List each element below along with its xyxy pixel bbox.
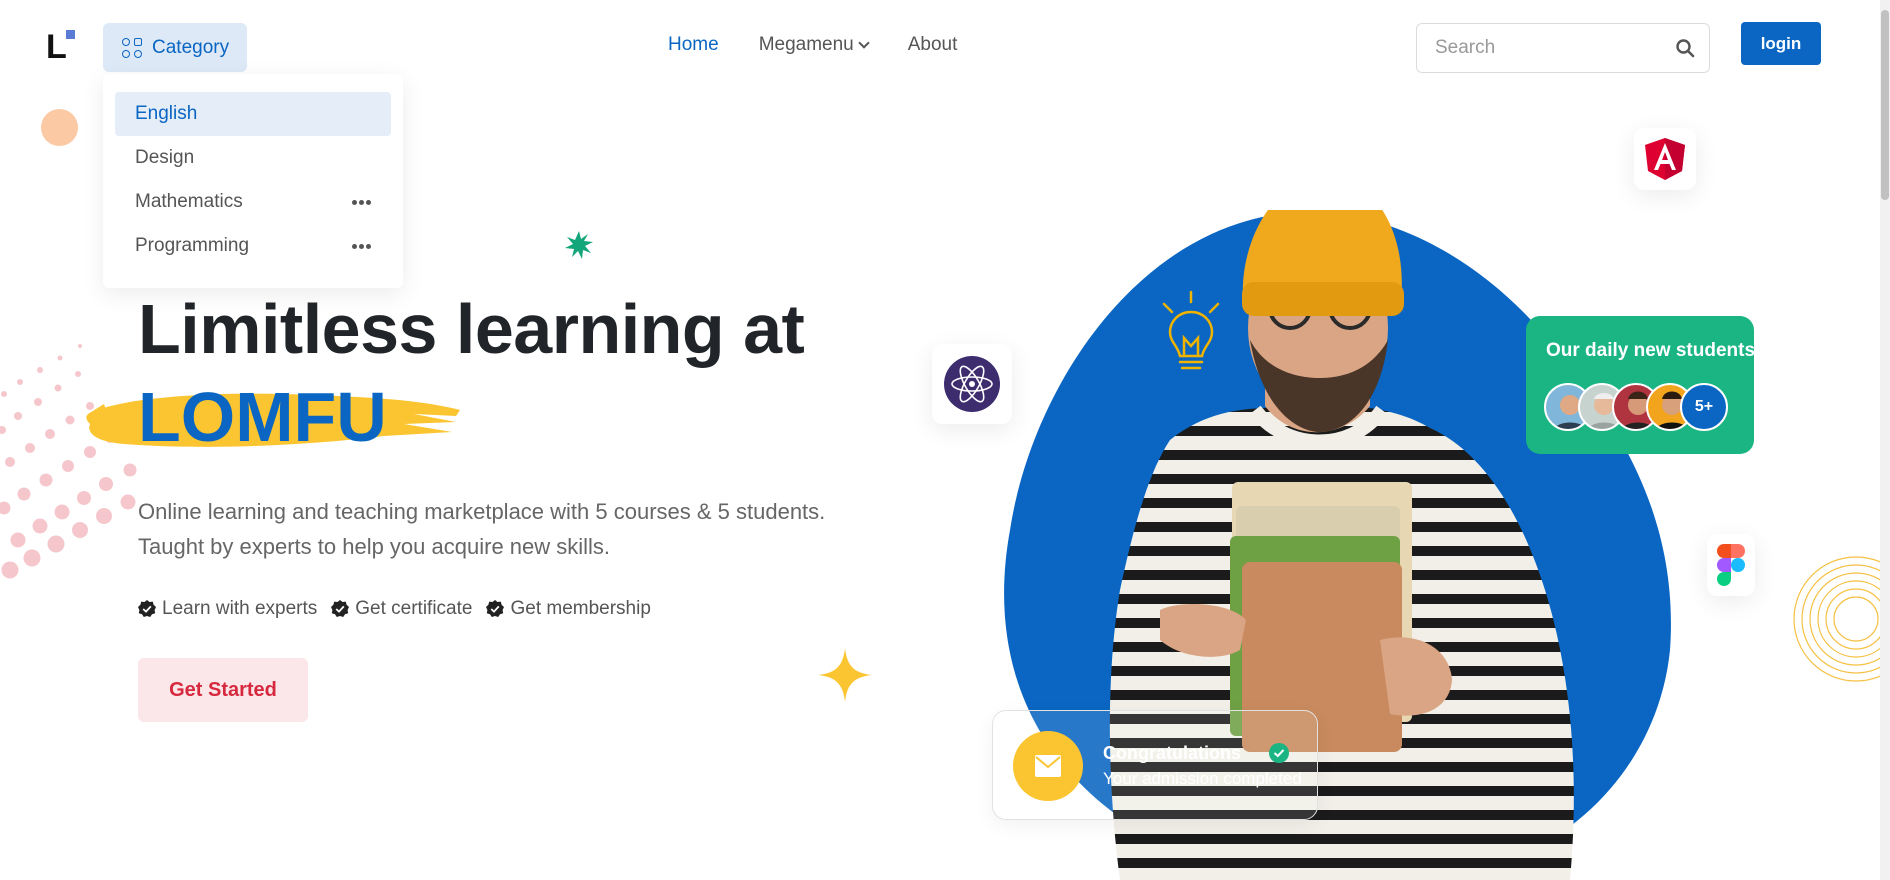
feature-item: Get membership [486, 598, 651, 620]
figma-card [1707, 534, 1755, 596]
nav-about[interactable]: About [908, 34, 958, 56]
feature-label: Get membership [510, 598, 651, 619]
congratulations-card: Congratulations Your admission completed [992, 710, 1318, 820]
category-item-label: Programming [135, 235, 250, 256]
check-badge-icon [138, 600, 156, 617]
category-item-label: English [135, 103, 198, 124]
category-dropdown: English Design Mathematics Programming [103, 74, 403, 288]
main-nav: Home Megamenu About [668, 34, 957, 56]
nav-megamenu-label: Megamenu [758, 34, 854, 55]
feature-list: Learn with experts Get certificate Get m… [138, 598, 651, 620]
feature-label: Get certificate [355, 598, 473, 619]
category-item-mathematics[interactable]: Mathematics [115, 180, 391, 224]
search-input[interactable] [1417, 24, 1657, 72]
logo-square [66, 30, 75, 39]
category-item-label: Design [135, 147, 195, 168]
congrats-subtitle: Your admission completed [1103, 769, 1302, 788]
feature-label: Learn with experts [162, 598, 318, 619]
category-button[interactable]: Category [103, 23, 247, 72]
daily-students-title: Our daily new students [1546, 340, 1756, 361]
decorative-circle [41, 109, 78, 146]
hero-title: Limitless learning at [138, 290, 805, 368]
category-item-design[interactable]: Design [115, 136, 391, 180]
dot-pattern [0, 344, 137, 579]
check-circle-icon [1269, 743, 1289, 763]
star-icon [565, 231, 593, 259]
category-item-english[interactable]: English [115, 92, 391, 136]
lightbulb-icon [1162, 290, 1220, 370]
concentric-circles [1793, 556, 1890, 682]
more-students-badge[interactable]: 5+ [1680, 383, 1728, 431]
mail-badge [1013, 731, 1083, 801]
chevron-down-icon [858, 37, 870, 49]
hero-description: Online learning and teaching marketplace… [138, 494, 898, 564]
hero-brand: LOMFU [138, 378, 387, 456]
sparkle-icon [818, 648, 872, 702]
angular-icon [1645, 138, 1685, 180]
get-started-button[interactable]: Get Started [138, 658, 308, 722]
check-badge-icon [331, 600, 350, 617]
feature-item: Get certificate [331, 598, 472, 620]
congrats-title: Congratulations [1103, 743, 1241, 763]
category-item-programming[interactable]: Programming [115, 224, 391, 268]
category-icon [122, 37, 142, 58]
daily-students-card: Our daily new students 5+ [1526, 316, 1756, 454]
feature-item: Learn with experts [138, 598, 317, 620]
student-avatars: 5+ [1544, 383, 1728, 431]
angular-card [1634, 128, 1696, 190]
search-box [1416, 23, 1710, 73]
figma-icon [1717, 544, 1745, 586]
nav-megamenu[interactable]: Megamenu [758, 34, 870, 56]
atom-card [932, 344, 1012, 424]
page-scrollbar[interactable] [1880, 0, 1890, 880]
logo-letter: L [46, 28, 67, 66]
logo[interactable]: L [46, 30, 78, 64]
more-icon[interactable] [352, 243, 371, 249]
atom-icon [944, 356, 1000, 412]
hero-description-line: Taught by experts to help you acquire ne… [138, 534, 611, 559]
check-badge-icon [486, 600, 505, 617]
nav-home[interactable]: Home [668, 34, 719, 56]
hero-description-line: Online learning and teaching marketplace… [138, 499, 826, 524]
login-button[interactable]: login [1741, 22, 1821, 65]
category-item-label: Mathematics [135, 191, 243, 212]
category-button-label: Category [152, 36, 230, 58]
scrollbar-thumb[interactable] [1881, 10, 1889, 200]
more-icon[interactable] [352, 199, 371, 205]
search-icon[interactable] [1675, 38, 1695, 58]
mail-icon [1035, 755, 1061, 777]
